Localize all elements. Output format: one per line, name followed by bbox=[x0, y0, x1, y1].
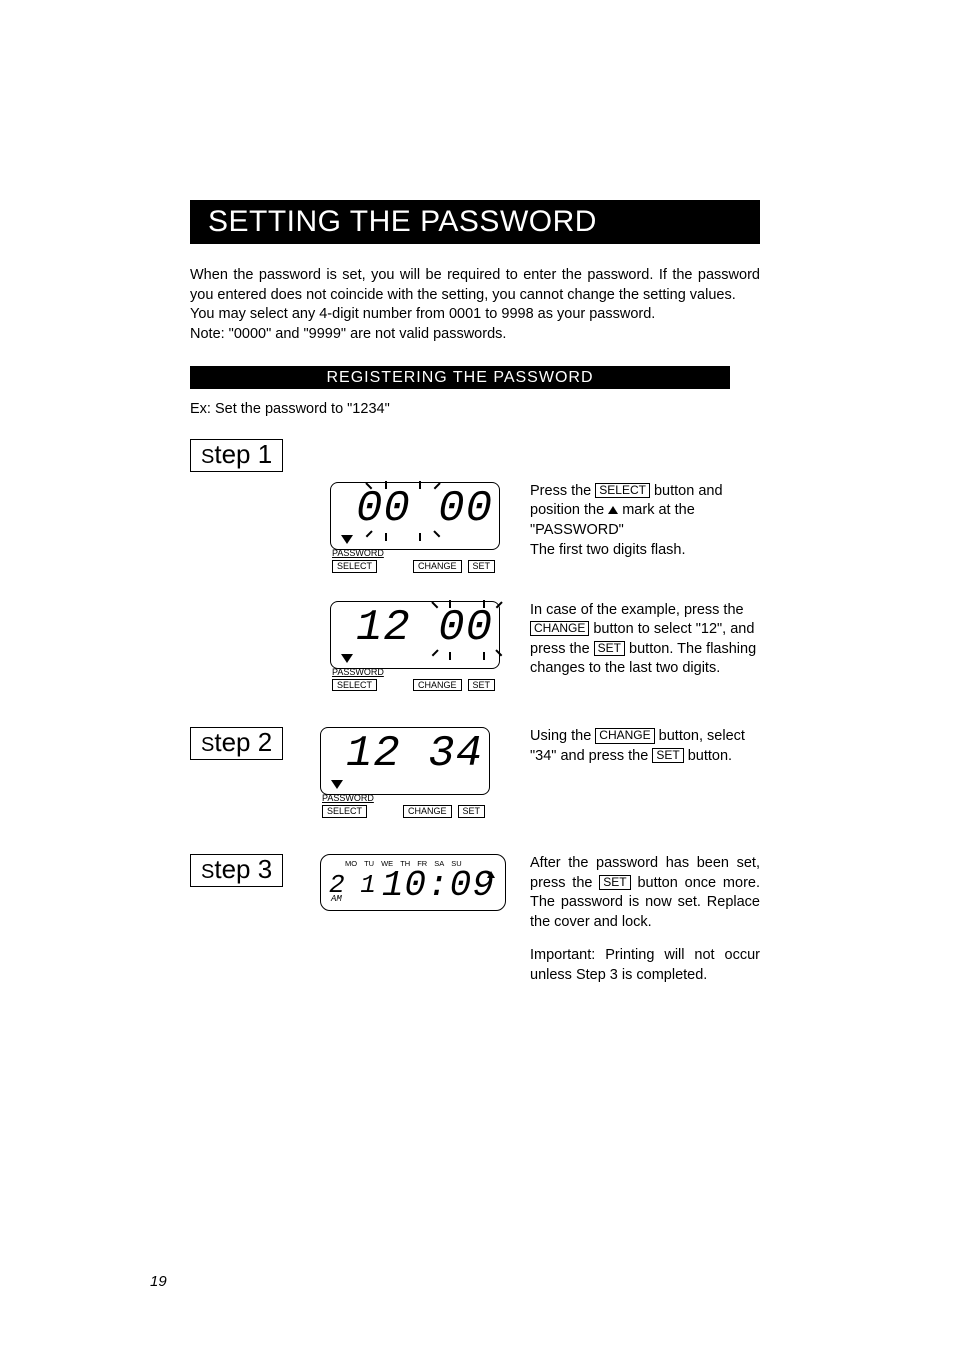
lcd-panel-3: 12 34 PASSWORD SELECT CHANGE SET bbox=[320, 727, 490, 818]
lcd-panel-1: 00 00 PASSWORD SELECT CHANGE SET bbox=[330, 482, 500, 581]
change-button-label: CHANGE bbox=[413, 560, 462, 573]
subheading: REGISTERING THE PASSWORD bbox=[190, 366, 730, 389]
lcd-panel-2: 12 00 PASSWORD SELECT CHANGE SET bbox=[330, 601, 500, 700]
page-number: 19 bbox=[150, 1273, 167, 1290]
step-1-badge: Step 1 bbox=[190, 439, 283, 472]
intro-block: When the password is set, you will be re… bbox=[190, 266, 760, 344]
step-1-rest: tep 1 bbox=[214, 439, 272, 469]
change-inline-button: CHANGE bbox=[595, 728, 654, 743]
set-inline-button: SET bbox=[594, 641, 625, 656]
triangle-up-icon bbox=[608, 506, 618, 514]
change-button-label: CHANGE bbox=[403, 805, 452, 818]
select-button-label: SELECT bbox=[322, 805, 367, 818]
step-2-rest: tep 2 bbox=[214, 727, 272, 757]
step-2-badge: Step 2 bbox=[190, 727, 283, 760]
step-3-badge: Step 3 bbox=[190, 854, 283, 887]
page-content: SETTING THE PASSWORD When the password i… bbox=[190, 200, 760, 986]
intro-line-3: Note: "0000" and "9999" are not valid pa… bbox=[190, 325, 760, 345]
intro-line-1: When the password is set, you will be re… bbox=[190, 266, 760, 305]
triangle-up-icon bbox=[487, 871, 495, 878]
set-button-label: SET bbox=[468, 679, 496, 692]
clock-panel: MO TU WE TH FR SA SU 2 1 AM 10:09 bbox=[320, 854, 506, 911]
step-3-rest: tep 3 bbox=[214, 854, 272, 884]
change-inline-button: CHANGE bbox=[530, 621, 589, 636]
t: Press the bbox=[530, 483, 595, 499]
step3-text: After the password has been set, press t… bbox=[500, 854, 760, 985]
triangle-down-icon bbox=[341, 535, 353, 544]
t: The first two digits flash. bbox=[530, 542, 686, 558]
day: MO bbox=[345, 859, 357, 868]
set-inline-button: SET bbox=[599, 875, 630, 890]
step-2-prefix: S bbox=[201, 734, 214, 756]
select-inline-button: SELECT bbox=[595, 483, 650, 498]
example-line: Ex: Set the password to "1234" bbox=[190, 401, 760, 417]
t: In case of the example, press the bbox=[530, 602, 744, 618]
change-button-label: CHANGE bbox=[413, 679, 462, 692]
t: Using the bbox=[530, 728, 595, 744]
select-button-label: SELECT bbox=[332, 560, 377, 573]
triangle-down-icon bbox=[341, 654, 353, 663]
day: TU bbox=[364, 859, 374, 868]
set-inline-button: SET bbox=[652, 748, 683, 763]
intro-line-2: You may select any 4-digit number from 0… bbox=[190, 305, 760, 325]
step3-important-note: Important: Printing will not occur unles… bbox=[530, 946, 760, 985]
set-button-label: SET bbox=[458, 805, 486, 818]
triangle-down-icon bbox=[331, 780, 343, 789]
step1a-text: Press the SELECT button and position the… bbox=[500, 482, 760, 560]
page-title: SETTING THE PASSWORD bbox=[190, 200, 760, 244]
step1b-text: In case of the example, press the CHANGE… bbox=[500, 601, 760, 679]
clock-time: 10:09 bbox=[382, 868, 495, 904]
lcd-digits-3: 12 34 bbox=[327, 732, 483, 776]
step-1-prefix: S bbox=[201, 446, 214, 468]
step2-text: Using the CHANGE button, select "34" and… bbox=[500, 727, 760, 766]
step-3-prefix: S bbox=[201, 861, 214, 883]
set-button-label: SET bbox=[468, 560, 496, 573]
t: button. bbox=[684, 748, 732, 764]
lcd-digits-1: 00 00 bbox=[337, 487, 493, 531]
lcd-digits-2: 12 00 bbox=[337, 606, 493, 650]
select-button-label: SELECT bbox=[332, 679, 377, 692]
